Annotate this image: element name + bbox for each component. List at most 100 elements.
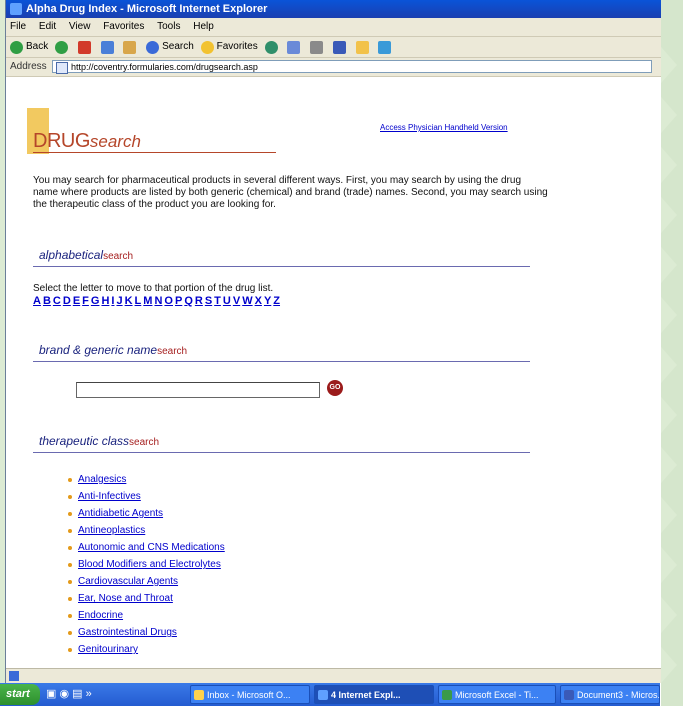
letter-link-d[interactable]: D xyxy=(63,295,71,307)
status-bar xyxy=(6,668,661,683)
letter-link-t[interactable]: T xyxy=(214,295,221,307)
ie-status-icon xyxy=(9,671,19,681)
ie-icon xyxy=(10,3,22,15)
address-input[interactable]: http://coventry.formularies.com/drugsear… xyxy=(52,60,652,74)
menu-favorites[interactable]: Favorites xyxy=(103,21,144,32)
word-icon xyxy=(564,690,574,700)
therapeutic-class-divider xyxy=(33,452,530,453)
letter-link-z[interactable]: Z xyxy=(273,295,280,307)
class-link[interactable]: Cardiovascular Agents xyxy=(78,576,178,587)
start-button[interactable]: start xyxy=(0,684,40,705)
history-button[interactable] xyxy=(264,40,281,54)
letter-link-h[interactable]: H xyxy=(101,295,109,307)
taskbar: start ▣ ◉ ▤ » Inbox - Microsoft O... 4 I… xyxy=(0,683,660,706)
menu-edit[interactable]: Edit xyxy=(39,21,56,32)
history-icon xyxy=(264,40,278,54)
home-button[interactable] xyxy=(123,40,139,54)
page-icon xyxy=(56,62,68,74)
letter-link-o[interactable]: O xyxy=(164,295,173,307)
print-icon xyxy=(310,40,324,54)
class-list-item: Ear, Nose and Throat xyxy=(68,590,225,607)
letter-link-p[interactable]: P xyxy=(175,295,182,307)
class-link[interactable]: Antidiabetic Agents xyxy=(78,508,163,519)
ie-icon xyxy=(318,690,328,700)
go-button[interactable]: GO xyxy=(327,380,343,396)
menu-help[interactable]: Help xyxy=(193,21,214,32)
class-list-item: Antineoplastics xyxy=(68,522,225,539)
address-label: Address xyxy=(10,61,47,72)
drug-name-input[interactable] xyxy=(76,382,320,398)
messenger-button[interactable] xyxy=(378,40,394,54)
edit-button[interactable] xyxy=(332,40,349,54)
alphabetical-divider xyxy=(33,266,530,267)
search-button[interactable]: Search xyxy=(146,37,194,57)
letter-link-r[interactable]: R xyxy=(195,295,203,307)
letter-link-a[interactable]: A xyxy=(33,295,41,307)
letter-link-e[interactable]: E xyxy=(73,295,80,307)
more-chevron-icon[interactable]: » xyxy=(86,688,92,700)
alphabet-instructions: Select the letter to move to that portio… xyxy=(33,283,274,294)
mail-button[interactable] xyxy=(287,40,303,54)
refresh-icon xyxy=(100,40,114,54)
class-link[interactable]: Anti-Infectives xyxy=(78,491,141,502)
class-link[interactable]: Ear, Nose and Throat xyxy=(78,593,173,604)
back-button[interactable]: Back xyxy=(10,37,48,57)
ie-quicklaunch-icon[interactable]: ◉ xyxy=(59,688,69,700)
letter-link-c[interactable]: C xyxy=(53,295,61,307)
menu-file[interactable]: File xyxy=(10,21,26,32)
class-list-item: Gastrointestinal Drugs xyxy=(68,624,225,641)
favorites-button[interactable]: Favorites xyxy=(200,37,258,57)
letter-link-j[interactable]: J xyxy=(116,295,122,307)
letter-link-i[interactable]: I xyxy=(111,295,114,307)
back-arrow-icon xyxy=(10,40,23,54)
class-list-item: Endocrine xyxy=(68,607,225,624)
class-list-item: Cardiovascular Agents xyxy=(68,573,225,590)
therapeutic-class-list: Analgesics Anti-Infectives Antidiabetic Ag… xyxy=(68,471,225,658)
class-link[interactable]: Genitourinary xyxy=(78,644,138,655)
task-inbox[interactable]: Inbox - Microsoft O... xyxy=(190,685,310,704)
outlook-quicklaunch-icon[interactable]: ▤ xyxy=(72,688,82,700)
refresh-button[interactable] xyxy=(100,40,117,54)
messenger-icon xyxy=(378,40,392,54)
letter-link-w[interactable]: W xyxy=(242,295,252,307)
menu-tools[interactable]: Tools xyxy=(157,21,180,32)
letter-link-q[interactable]: Q xyxy=(184,295,193,307)
forward-button[interactable] xyxy=(55,40,71,54)
class-link[interactable]: Gastrointestinal Drugs xyxy=(78,627,177,638)
folder-icon xyxy=(355,40,369,54)
class-link[interactable]: Antineoplastics xyxy=(78,525,145,536)
letter-link-n[interactable]: N xyxy=(154,295,162,307)
letter-link-f[interactable]: F xyxy=(82,295,89,307)
therapeutic-class-heading: therapeutic classsearch xyxy=(39,434,160,448)
letter-link-y[interactable]: Y xyxy=(264,295,271,307)
excel-icon xyxy=(442,690,452,700)
folder-button[interactable] xyxy=(355,40,372,54)
letter-link-l[interactable]: L xyxy=(135,295,142,307)
letter-link-b[interactable]: B xyxy=(43,295,51,307)
stop-button[interactable] xyxy=(77,40,94,54)
letter-link-g[interactable]: G xyxy=(91,295,100,307)
letter-link-s[interactable]: S xyxy=(205,295,212,307)
class-link[interactable]: Blood Modifiers and Electrolytes xyxy=(78,559,221,570)
task-internet-explorer[interactable]: 4 Internet Expl... xyxy=(314,685,434,704)
menu-view[interactable]: View xyxy=(69,21,91,32)
search-icon xyxy=(146,40,160,54)
letter-link-u[interactable]: U xyxy=(223,295,231,307)
letter-link-x[interactable]: X xyxy=(255,295,262,307)
page-content: DRUGsearch Access Physician Handheld Ver… xyxy=(6,77,661,667)
class-link[interactable]: Autonomic and CNS Medications xyxy=(78,542,225,553)
home-icon xyxy=(123,40,137,54)
show-desktop-icon[interactable]: ▣ xyxy=(46,688,56,700)
letter-link-v[interactable]: V xyxy=(233,295,240,307)
letter-link-k[interactable]: K xyxy=(125,295,133,307)
handheld-version-link[interactable]: Access Physician Handheld Version xyxy=(380,123,508,132)
class-link[interactable]: Endocrine xyxy=(78,610,123,621)
quick-launch: ▣ ◉ ▤ » xyxy=(46,687,92,700)
task-excel[interactable]: Microsoft Excel - Ti... xyxy=(438,685,556,704)
class-link[interactable]: Analgesics xyxy=(78,474,126,485)
task-word-document[interactable]: Document3 - Micros... xyxy=(560,685,660,704)
print-button[interactable] xyxy=(310,40,326,54)
outlook-icon xyxy=(194,690,204,700)
letter-link-m[interactable]: M xyxy=(143,295,152,307)
alphabetical-heading: alphabeticalsearch xyxy=(39,248,134,262)
